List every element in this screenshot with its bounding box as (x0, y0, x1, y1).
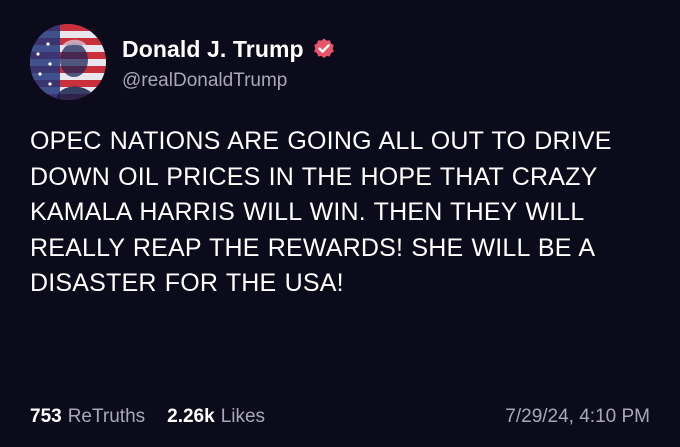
post-header: Donald J. Trump @realDonaldTrump (30, 22, 336, 102)
retruths-count: 753 (30, 406, 62, 427)
author-handle[interactable]: @realDonaldTrump (122, 70, 336, 92)
retruths-label: ReTruths (67, 406, 146, 427)
post-timestamp[interactable]: 7/29/24, 4:10 PM (505, 406, 650, 428)
post-body-text: OPEC NATIONS ARE GOING ALL OUT TO DRIVE … (30, 127, 612, 297)
avatar[interactable] (30, 24, 106, 100)
likes-count: 2.26k (167, 406, 215, 427)
post-footer: 753 ReTruths 2.26k Likes 7/29/24, 4:10 P… (30, 403, 650, 431)
author-identity: Donald J. Trump @realDonaldTrump (122, 32, 336, 92)
likes-label: Likes (220, 406, 266, 427)
verified-badge-icon (312, 37, 336, 61)
avatar-image (30, 24, 106, 100)
retruths-stat[interactable]: 753 ReTruths (30, 406, 145, 428)
post-card: Donald J. Trump @realDonaldTrump OPEC NA… (0, 0, 680, 447)
likes-stat[interactable]: 2.26k Likes (167, 406, 265, 428)
author-name-row: Donald J. Trump (122, 32, 336, 66)
author-display-name[interactable]: Donald J. Trump (122, 36, 304, 63)
